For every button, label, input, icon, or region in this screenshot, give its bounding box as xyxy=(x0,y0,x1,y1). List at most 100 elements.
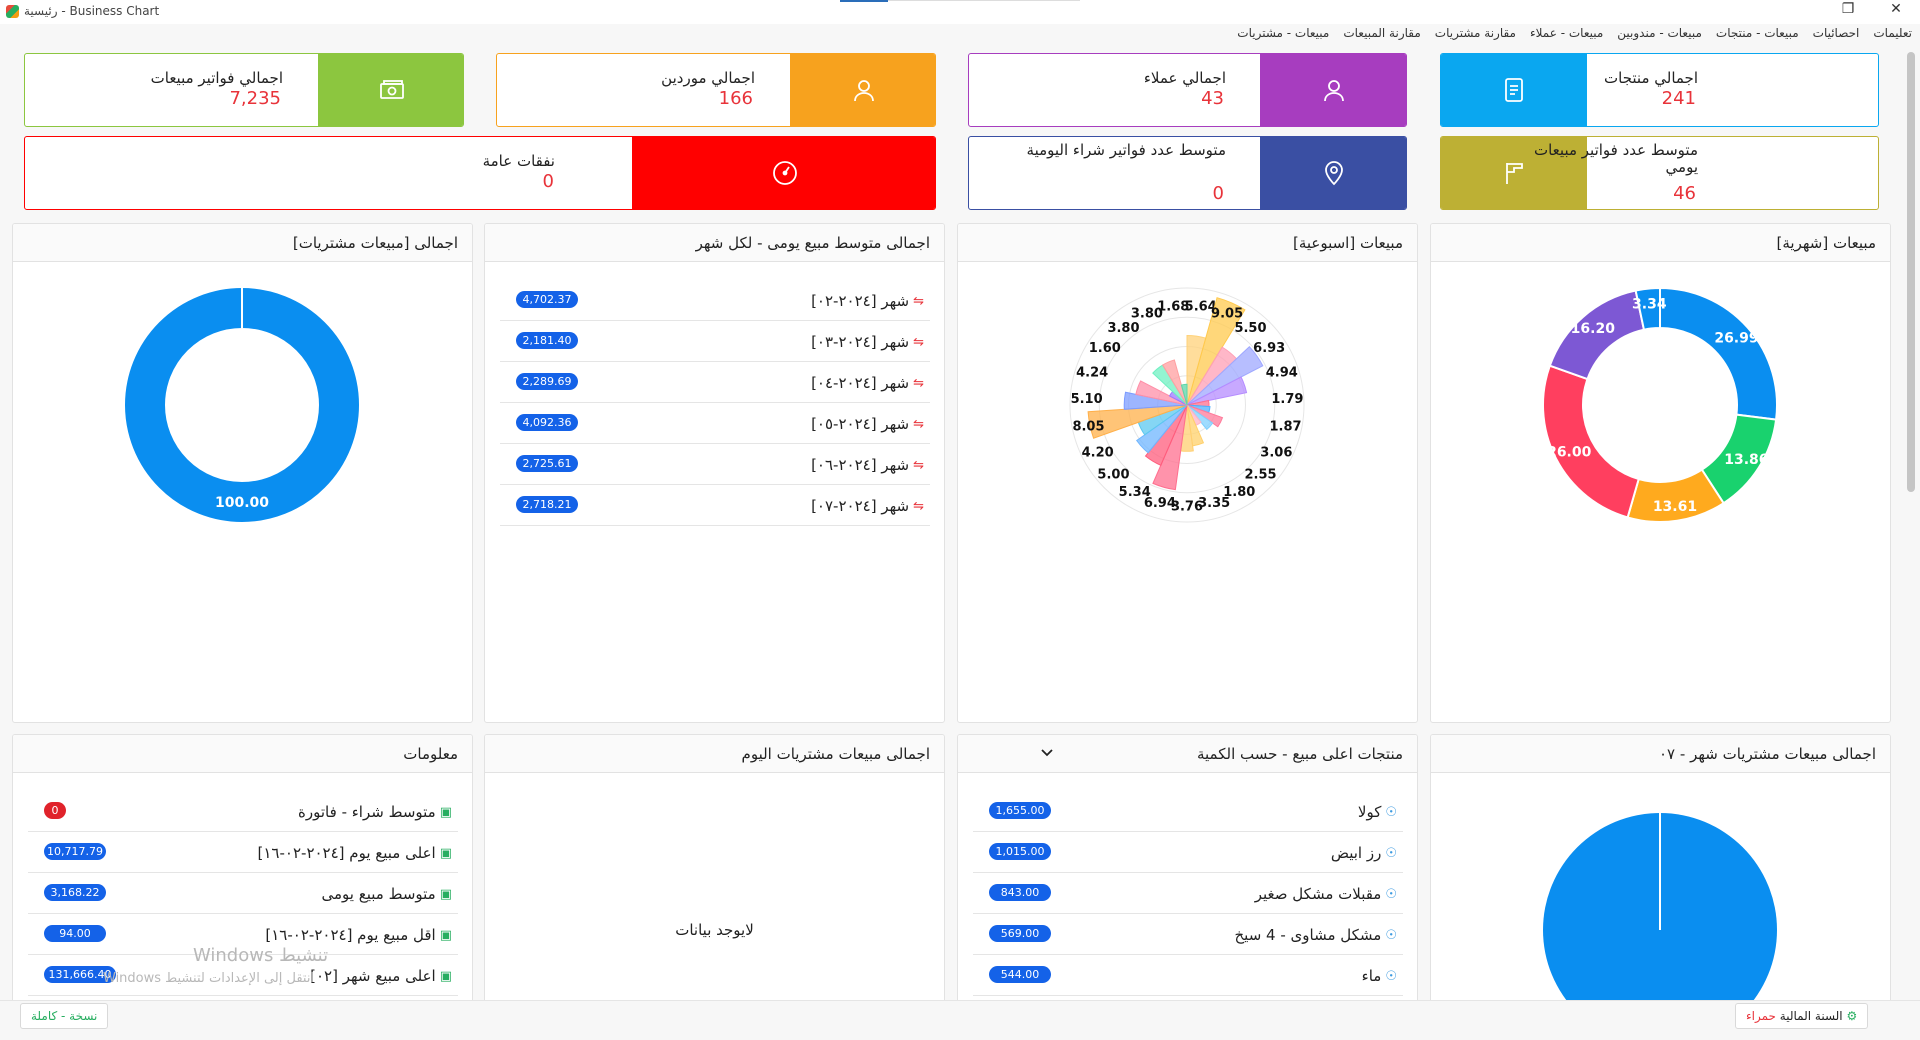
weekly-sales-polar-chart: 5.649.055.506.934.941.791.873.062.551.80… xyxy=(1069,287,1305,523)
vertical-scrollbar[interactable] xyxy=(1904,52,1918,1000)
slice-label: 16.20 xyxy=(1571,321,1616,337)
polar-value-label: 1.60 xyxy=(1089,341,1121,356)
slice-label: 100.00 xyxy=(215,495,269,511)
list-item[interactable]: ☉ مقبلات مشكل صغير 843.00 xyxy=(973,873,1403,914)
pie-slice[interactable] xyxy=(1542,364,1640,519)
row-label: شهر [٢٠٢٤-٠٧] xyxy=(811,497,910,515)
menu-item-sales-products[interactable]: مبيعات - منتجات xyxy=(1716,26,1799,46)
value-badge: 2,289.69 xyxy=(516,373,578,390)
list-item[interactable]: ⇋ شهر [٢٠٢٤-٠٧] 2,718.21 xyxy=(500,485,930,526)
kpi-avg-daily-purchase-invoices: متوسط عدد فواتير شراء اليومية 0 xyxy=(968,136,1407,210)
fiscal-year-label: السنة المالية xyxy=(1779,1009,1843,1023)
row-label: كولا xyxy=(1357,803,1382,821)
list-item[interactable]: ⇋ شهر [٢٠٢٤-٠٦] 2,725.61 xyxy=(500,444,930,485)
menu-item-sales-comparison[interactable]: مقارنة المبيعات xyxy=(1343,26,1420,46)
list-item[interactable]: ⇋ شهر [٢٠٢٤-٠٣] 2,181.40 xyxy=(500,321,930,362)
panel-info: معلومات ▣ متوسط شراء - فاتورة 0 ▣ اعلى مبي… xyxy=(12,734,473,1004)
polar-value-label: 4.24 xyxy=(1076,365,1108,380)
panel-header: اجمالى متوسط مبيع يومى - لكل شهر xyxy=(485,224,944,262)
pie-slice[interactable] xyxy=(1659,286,1778,421)
panel-title: منتجات اعلى مبيع - حسب الكمية xyxy=(1196,745,1403,763)
kpi-customers: اجمالي عملاء 43 xyxy=(968,53,1407,127)
menu-item-sales-reps[interactable]: مبيعات - مندوبين xyxy=(1617,26,1702,46)
medal-icon: ☉ xyxy=(1385,845,1397,861)
panel-title: اجمالى متوسط مبيع يومى - لكل شهر xyxy=(695,234,930,252)
row-label: شهر [٢٠٢٤-٠٢] xyxy=(811,292,910,310)
menu-item-statistics[interactable]: احصائيات xyxy=(1813,26,1860,46)
menu-item-sales-purchases[interactable]: مبيعات - مشتريات xyxy=(1237,26,1329,46)
polar-value-label: 4.94 xyxy=(1266,365,1298,380)
money-icon xyxy=(318,54,463,126)
panel-header: اجمالى مبيعات مشتريات شهر - ٠٧ xyxy=(1431,735,1890,773)
menu-item-help[interactable]: تعليمات xyxy=(1873,26,1912,46)
month-total-pie-chart: 100.00 xyxy=(1543,813,1777,1003)
panel-today-total: اجمالى مبيعات مشتريات اليوم لايوجد بيانا… xyxy=(484,734,945,1004)
close-icon[interactable]: ✕ xyxy=(1876,1,1916,17)
panel-title: اجمالى مبيعات مشتريات اليوم xyxy=(741,745,930,763)
slice-label: 3.34 xyxy=(1632,297,1667,313)
value-badge: 843.00 xyxy=(989,884,1051,901)
kpi-label: اجمالي فواتير مبيعات xyxy=(150,69,283,87)
panel-avg-daily-per-month: اجمالى متوسط مبيع يومى - لكل شهر ⇋ شهر [٢… xyxy=(484,223,945,723)
activation-watermark-title: تنشيط Windows xyxy=(193,945,329,966)
polar-value-label: 1.68 xyxy=(1157,299,1189,314)
row-label: رز ابيض xyxy=(1330,844,1382,862)
kpi-label: نفقات عامة xyxy=(482,152,555,170)
window-title: رئيسية - Business Chart xyxy=(24,4,160,18)
list-item[interactable]: ▣ متوسط مبيع يومى 3,168.22 xyxy=(28,873,458,914)
version-badge[interactable]: نسخة - كاملة xyxy=(20,1003,109,1029)
empty-state-text: لايوجد بيانات xyxy=(675,921,754,939)
slice-label: 26.99 xyxy=(1714,331,1758,347)
slice-label: 13.61 xyxy=(1653,499,1697,515)
polar-value-label: 1.79 xyxy=(1271,392,1303,407)
swap-icon: ⇋ xyxy=(913,498,924,514)
kpi-avg-daily-sales-invoices: متوسط عدد فواتير مبيعات يومي 46 xyxy=(1440,136,1879,210)
slice-label: 13.86 xyxy=(1724,452,1768,468)
kpi-label: متوسط عدد فواتير شراء اليومية xyxy=(1026,141,1226,159)
polar-value-label: 1.87 xyxy=(1269,419,1301,434)
list-item[interactable]: ▣ متوسط شراء - فاتورة 0 xyxy=(28,791,458,832)
polar-value-label: 5.34 xyxy=(1119,485,1151,500)
restore-icon[interactable]: ❐ xyxy=(1828,1,1868,17)
value-badge: 2,181.40 xyxy=(516,332,578,349)
list-item[interactable]: ⇋ شهر [٢٠٢٤-٠٤] 2,289.69 xyxy=(500,362,930,403)
value-badge: 4,092.36 xyxy=(516,414,578,431)
app-title: رئيسية - Business Chart xyxy=(6,4,159,18)
gear-icon: ⚙ xyxy=(1846,1009,1858,1023)
menu-item-sales-customers[interactable]: مبيعات - عملاء xyxy=(1530,26,1603,46)
polar-value-label: 5.00 xyxy=(1097,468,1129,483)
list-item[interactable]: ☉ رز ابيض 1,015.00 xyxy=(973,832,1403,873)
value-badge: 4,702.37 xyxy=(516,291,578,308)
value-badge: 2,718.21 xyxy=(516,496,578,513)
medal-icon: ☉ xyxy=(1385,927,1397,943)
kpi-label: اجمالي موردين xyxy=(661,69,755,87)
scrollbar-thumb[interactable] xyxy=(1907,52,1915,492)
swap-icon: ⇋ xyxy=(913,375,924,391)
list-item[interactable]: ⇋ شهر [٢٠٢٤-٠٥] 4,092.36 xyxy=(500,403,930,444)
list-item[interactable]: ☉ مشكل مشاوى - 4 سيخ 569.00 xyxy=(973,914,1403,955)
polar-value-label: 5.10 xyxy=(1071,392,1103,407)
polar-value-label: 2.55 xyxy=(1244,468,1276,483)
chevron-down-icon[interactable] xyxy=(1040,748,1054,758)
swap-icon: ⇋ xyxy=(913,416,924,432)
polar-value-label: 8.05 xyxy=(1072,419,1104,434)
fiscal-year-button[interactable]: ⚙ السنة المالية حمراء xyxy=(1735,1003,1869,1029)
list-item[interactable]: ▣ اعلى مبيع يوم [٢٠٢٤-٠٢-١٦] 10,717.79 xyxy=(28,832,458,873)
panel-title: معلومات xyxy=(403,745,458,763)
panel-title: اجمالى [مبيعات مشتريات] xyxy=(292,234,458,252)
gauge-icon xyxy=(632,137,935,209)
panel-monthly-sales: مبيعات [شهرية] 26.99 13.86 13.61 26.00 16.20… xyxy=(1430,223,1891,723)
list-item[interactable]: ⇋ شهر [٢٠٢٤-٠٢] 4,702.37 xyxy=(500,280,930,321)
list-item[interactable]: ☉ كولا 1,655.00 xyxy=(973,791,1403,832)
panel-total-sales-purchases: اجمالى [مبيعات مشتريات] 100.00 xyxy=(12,223,473,723)
list-item[interactable]: ☉ ماء 544.00 xyxy=(973,955,1403,996)
polar-value-label: 6.93 xyxy=(1253,341,1285,356)
kpi-label: اجمالي عملاء xyxy=(1143,69,1226,87)
row-label: مقبلات مشكل صغير xyxy=(1254,885,1382,903)
swap-icon: ⇋ xyxy=(913,334,924,350)
money-icon: ▣ xyxy=(439,804,452,820)
pie-slice[interactable] xyxy=(125,288,359,522)
menu-item-purchases-comparison[interactable]: مقارنة مشتريات xyxy=(1435,26,1516,46)
value-badge: 544.00 xyxy=(989,966,1051,983)
title-divider xyxy=(888,0,1080,1)
